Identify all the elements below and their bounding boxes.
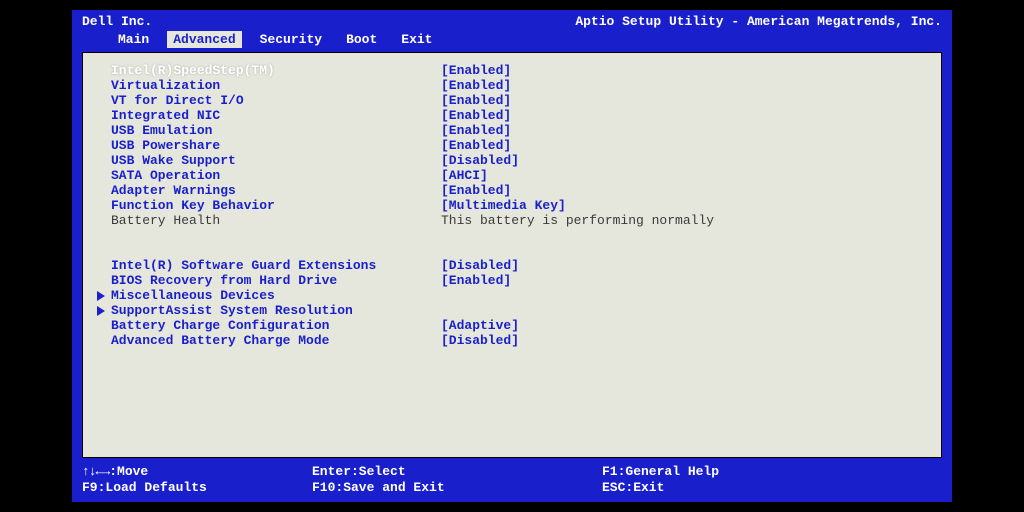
help-move-text: :Move <box>109 464 148 479</box>
setting-speedstep[interactable]: Intel(R)SpeedStep(TM) [Enabled] <box>97 63 927 78</box>
setting-value: [Enabled] <box>441 183 511 198</box>
submenu-supportassist[interactable]: SupportAssist System Resolution <box>97 303 927 318</box>
setting-value: [Disabled] <box>441 333 519 348</box>
setting-label: Intel(R)SpeedStep(TM) <box>111 63 441 78</box>
setting-value: [Enabled] <box>441 63 511 78</box>
setting-fn-key-behavior[interactable]: Function Key Behavior [Multimedia Key] <box>97 198 927 213</box>
header: Dell Inc. Aptio Setup Utility - American… <box>72 10 952 29</box>
setting-label: Adapter Warnings <box>111 183 441 198</box>
setting-label: BIOS Recovery from Hard Drive <box>111 273 441 288</box>
setting-label: USB Emulation <box>111 123 441 138</box>
setting-adv-battery-charge[interactable]: Advanced Battery Charge Mode [Disabled] <box>97 333 927 348</box>
setting-value: [AHCI] <box>441 168 488 183</box>
help-f9: F9:Load Defaults <box>82 480 312 496</box>
setting-label: SupportAssist System Resolution <box>111 303 441 318</box>
setting-value: [Disabled] <box>441 258 519 273</box>
setting-value: [Enabled] <box>441 93 511 108</box>
setting-label: USB Powershare <box>111 138 441 153</box>
setting-label: Integrated NIC <box>111 108 441 123</box>
spacer <box>97 228 927 258</box>
setting-vt-direct-io[interactable]: VT for Direct I/O [Enabled] <box>97 93 927 108</box>
setting-battery-health: Battery Health This battery is performin… <box>97 213 927 228</box>
setting-label: USB Wake Support <box>111 153 441 168</box>
setting-sgx[interactable]: Intel(R) Software Guard Extensions [Disa… <box>97 258 927 273</box>
setting-adapter-warnings[interactable]: Adapter Warnings [Enabled] <box>97 183 927 198</box>
setting-sata-operation[interactable]: SATA Operation [AHCI] <box>97 168 927 183</box>
setting-label: Advanced Battery Charge Mode <box>111 333 441 348</box>
help-move: ↑↓←→:Move <box>82 464 312 480</box>
setting-integrated-nic[interactable]: Integrated NIC [Enabled] <box>97 108 927 123</box>
setting-value: [Enabled] <box>441 78 511 93</box>
setting-bios-recovery[interactable]: BIOS Recovery from Hard Drive [Enabled] <box>97 273 927 288</box>
setting-label: SATA Operation <box>111 168 441 183</box>
utility-title: Aptio Setup Utility - American Megatrend… <box>575 14 942 29</box>
tab-advanced[interactable]: Advanced <box>167 31 241 48</box>
vendor-label: Dell Inc. <box>82 14 152 29</box>
setting-value: [Enabled] <box>441 108 511 123</box>
tab-exit[interactable]: Exit <box>395 31 438 48</box>
setting-label: Battery Health <box>111 213 441 228</box>
tab-bar: Main Advanced Security Boot Exit <box>72 29 952 52</box>
setting-label: Virtualization <box>111 78 441 93</box>
submenu-arrow-icon <box>97 306 105 316</box>
setting-label: Intel(R) Software Guard Extensions <box>111 258 441 273</box>
setting-label: Battery Charge Configuration <box>111 318 441 333</box>
tab-boot[interactable]: Boot <box>340 31 383 48</box>
setting-value: [Adaptive] <box>441 318 519 333</box>
setting-usb-wake[interactable]: USB Wake Support [Disabled] <box>97 153 927 168</box>
submenu-arrow-icon <box>97 291 105 301</box>
tab-main[interactable]: Main <box>112 31 155 48</box>
arrow-keys-icon: ↑↓←→ <box>82 464 109 480</box>
setting-value: [Enabled] <box>441 123 511 138</box>
setting-label: Miscellaneous Devices <box>111 288 441 303</box>
help-f10: F10:Save and Exit <box>312 480 602 496</box>
setting-virtualization[interactable]: Virtualization [Enabled] <box>97 78 927 93</box>
setting-value: [Multimedia Key] <box>441 198 566 213</box>
setting-label: Function Key Behavior <box>111 198 441 213</box>
submenu-misc-devices[interactable]: Miscellaneous Devices <box>97 288 927 303</box>
settings-panel: Intel(R)SpeedStep(TM) [Enabled] Virtuali… <box>82 52 942 458</box>
help-f1: F1:General Help <box>602 464 719 480</box>
setting-value: [Disabled] <box>441 153 519 168</box>
help-esc: ESC:Exit <box>602 480 664 496</box>
footer-help: ↑↓←→:Move Enter:Select F1:General Help F… <box>72 462 952 502</box>
setting-usb-powershare[interactable]: USB Powershare [Enabled] <box>97 138 927 153</box>
setting-battery-charge-config[interactable]: Battery Charge Configuration [Adaptive] <box>97 318 927 333</box>
setting-label: VT for Direct I/O <box>111 93 441 108</box>
help-enter: Enter:Select <box>312 464 602 480</box>
setting-value: [Enabled] <box>441 138 511 153</box>
setting-value: This battery is performing normally <box>441 213 714 228</box>
setting-usb-emulation[interactable]: USB Emulation [Enabled] <box>97 123 927 138</box>
bios-screen: Dell Inc. Aptio Setup Utility - American… <box>72 10 952 502</box>
setting-value: [Enabled] <box>441 273 511 288</box>
tab-security[interactable]: Security <box>254 31 328 48</box>
